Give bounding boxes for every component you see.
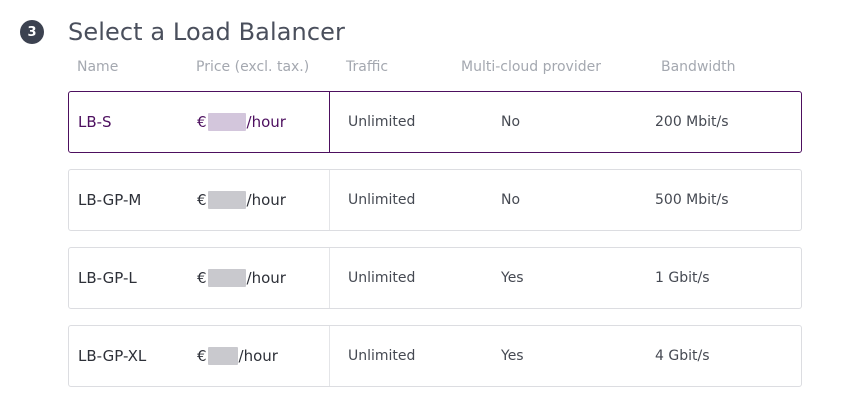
- step-title: Select a Load Balancer: [68, 18, 345, 46]
- load-balancer-selection: 3 Select a Load Balancer Name Price (exc…: [0, 0, 842, 410]
- lb-option-lb-gp-l[interactable]: LB-GP-L € /hour Unlimited Yes 1 Gbit/s: [68, 247, 802, 309]
- column-header-traffic: Traffic: [346, 59, 389, 75]
- lb-traffic: Unlimited: [348, 348, 416, 364]
- lb-traffic: Unlimited: [348, 192, 416, 208]
- lb-price: € /hour: [197, 92, 286, 152]
- lb-multicloud: Yes: [501, 348, 524, 364]
- row-divider: [329, 248, 330, 308]
- row-divider: [329, 92, 330, 152]
- currency-symbol: €: [197, 269, 207, 287]
- lb-bandwidth: 200 Mbit/s: [655, 114, 729, 130]
- column-header-name: Name: [77, 59, 119, 75]
- row-divider: [329, 170, 330, 230]
- lb-option-lb-s[interactable]: LB-S € /hour Unlimited No 200 Mbit/s: [68, 91, 802, 153]
- currency-symbol: €: [197, 113, 207, 131]
- lb-traffic: Unlimited: [348, 270, 416, 286]
- redacted-price: [207, 269, 246, 287]
- price-unit: /hour: [238, 347, 278, 365]
- step-number-badge: 3: [20, 20, 44, 44]
- column-header-price: Price (excl. tax.): [196, 59, 310, 75]
- currency-symbol: €: [197, 191, 207, 209]
- lb-option-lb-gp-xl[interactable]: LB-GP-XL € /hour Unlimited Yes 4 Gbit/s: [68, 325, 802, 387]
- lb-multicloud: No: [501, 114, 521, 130]
- price-unit: /hour: [246, 113, 286, 131]
- column-header-multicloud: Multi-cloud provider: [461, 59, 601, 75]
- lb-name: LB-S: [78, 113, 112, 131]
- lb-bandwidth: 1 Gbit/s: [655, 270, 710, 286]
- lb-traffic: Unlimited: [348, 114, 416, 130]
- lb-price: € /hour: [197, 326, 278, 386]
- redacted-price: [207, 191, 246, 209]
- lb-bandwidth: 500 Mbit/s: [655, 192, 729, 208]
- lb-name: LB-GP-M: [78, 191, 142, 209]
- step-header: 3 Select a Load Balancer: [20, 16, 345, 48]
- lb-bandwidth: 4 Gbit/s: [655, 348, 710, 364]
- currency-symbol: €: [197, 347, 207, 365]
- price-unit: /hour: [246, 269, 286, 287]
- lb-multicloud: Yes: [501, 270, 524, 286]
- lb-price: € /hour: [197, 248, 286, 308]
- lb-name: LB-GP-XL: [78, 347, 147, 365]
- lb-multicloud: No: [501, 192, 521, 208]
- price-unit: /hour: [246, 191, 286, 209]
- lb-option-lb-gp-m[interactable]: LB-GP-M € /hour Unlimited No 500 Mbit/s: [68, 169, 802, 231]
- redacted-price: [207, 347, 238, 365]
- row-divider: [329, 326, 330, 386]
- lb-name: LB-GP-L: [78, 269, 137, 287]
- column-header-bandwidth: Bandwidth: [661, 59, 736, 75]
- redacted-price: [207, 113, 246, 131]
- lb-price: € /hour: [197, 170, 286, 230]
